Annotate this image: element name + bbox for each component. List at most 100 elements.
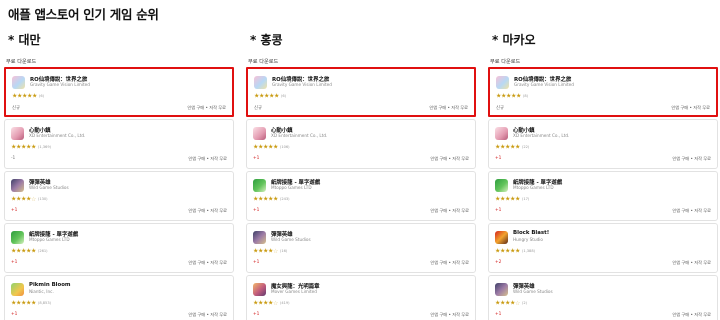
app-icon[interactable]: [11, 179, 24, 192]
rating-count: (1,388): [521, 249, 536, 253]
rank-change: -1: [11, 156, 16, 161]
app-card[interactable]: 心動小鎮 XD Entertainment Co., Ltd. ★★★★★ (1,36…: [4, 119, 234, 169]
app-developer: Mtoppo Games LTD: [513, 185, 554, 190]
star-rating: ★★★★★ (1,388): [495, 248, 535, 255]
rating-count: (130): [37, 197, 48, 201]
app-card[interactable]: 紙牌接龍 - 單字遊戲 Mtoppo Games LTD ★★★★★ (243) +1 인…: [246, 171, 476, 221]
rank-change: 신규: [254, 106, 262, 111]
app-icon[interactable]: [253, 283, 266, 296]
star-rating: ★★★★☆ (2): [495, 300, 527, 307]
app-card[interactable]: Pikmin Bloom Niantic, Inc. ★★★★★ (8,853) +1 인…: [4, 275, 234, 320]
star-rating: ★★★★★ (22): [495, 144, 529, 151]
rank-change: +1: [253, 156, 260, 161]
app-icon[interactable]: [254, 76, 267, 89]
app-developer: Gravity Game Vision Limited: [30, 82, 90, 87]
app-developer: Niantic, Inc.: [29, 289, 54, 294]
price-label: 인앱 구매 • 저작 무료: [430, 260, 469, 265]
app-icon[interactable]: [11, 127, 24, 140]
region-title: * 대만: [8, 33, 41, 47]
app-icon[interactable]: [495, 179, 508, 192]
app-icon[interactable]: [253, 127, 266, 140]
price-label: 인앱 구매 • 저작 무료: [672, 312, 711, 317]
price-label: 인앱 구매 • 저작 무료: [188, 260, 227, 265]
star-rating: ★★★★☆ (130): [11, 196, 48, 203]
star-rating: ★★★★★ (17): [495, 196, 529, 203]
region-column: * 홍콩무료 다운로드 RO仙境傳說：世界之旅 Gravity Game Visio…: [246, 30, 476, 320]
star-rating: ★★★★★ (243): [253, 196, 290, 203]
star-rating: ★★★★★ (6): [254, 93, 286, 100]
rating-count: (419): [279, 301, 290, 305]
app-developer: Hungry Studio: [513, 237, 543, 242]
app-card[interactable]: 彈彈英雄 Wild Game Studios ★★★★☆ (130) +1 인앱 구매 •…: [4, 171, 234, 221]
star-icon: ☆: [272, 247, 278, 255]
price-label: 인앱 구매 • 저작 무료: [188, 312, 227, 317]
app-developer: Wild Game Studios: [513, 289, 553, 294]
rank-change: +1: [11, 260, 18, 265]
star-icon: ★: [31, 92, 37, 100]
app-developer: XD Entertainment Co., Ltd.: [271, 133, 328, 138]
rank-change: +1: [253, 312, 260, 317]
app-icon[interactable]: [495, 127, 508, 140]
app-icon[interactable]: [12, 76, 25, 89]
rank-change: +1: [11, 208, 18, 213]
app-card[interactable]: 心動小鎮 XD Entertainment Co., Ltd. ★★★★★ (106)…: [246, 119, 476, 169]
app-icon[interactable]: [11, 231, 24, 244]
app-developer: XD Entertainment Co., Ltd.: [513, 133, 570, 138]
app-card[interactable]: 心動小鎮 XD Entertainment Co., Ltd. ★★★★★ (22) +…: [488, 119, 718, 169]
app-card-highlighted[interactable]: RO仙境傳說：世界之旅 Gravity Game Vision Limited ★★…: [4, 67, 234, 117]
rating-count: (8): [522, 94, 529, 98]
app-card[interactable]: 魔女與龍：光明篇章 Mover Games Limited ★★★★☆ (419) +1…: [246, 275, 476, 320]
rating-count: (17): [521, 197, 530, 201]
app-card[interactable]: 彈彈英雄 Wild Game Studios ★★★★☆ (16) +1 인앱 구매 • …: [246, 223, 476, 273]
section-label: 무료 다운로드: [248, 59, 279, 65]
star-icon: ★: [514, 247, 520, 255]
region-title: * 홍콩: [250, 33, 283, 47]
price-label: 인앱 구매 • 저작 무료: [672, 208, 711, 213]
app-name[interactable]: Pikmin Bloom: [29, 282, 71, 288]
star-rating: ★★★★★ (106): [253, 144, 290, 151]
star-rating: ★★★★☆ (419): [253, 300, 290, 307]
price-label: 인앱 구매 • 저작 무료: [430, 312, 469, 317]
rank-change: +1: [495, 208, 502, 213]
rating-count: (22): [521, 145, 530, 149]
rating-count: (243): [279, 197, 290, 201]
app-card[interactable]: 彈彈英雄 Wild Game Studios ★★★★☆ (2) +1 인앱 구매 • 저…: [488, 275, 718, 320]
app-icon[interactable]: [495, 231, 508, 244]
price-label: 인앱 구매 • 저작 무료: [430, 208, 469, 213]
app-icon[interactable]: [495, 283, 508, 296]
price-label: 인앱 구매 • 저작 무료: [429, 105, 468, 110]
price-label: 인앱 구매 • 저작 무료: [188, 156, 227, 161]
rating-count: (8,853): [37, 301, 52, 305]
app-icon[interactable]: [253, 231, 266, 244]
section-label: 무료 다운로드: [490, 59, 521, 65]
app-icon[interactable]: [253, 179, 266, 192]
app-developer: Mtoppo Games LTD: [271, 185, 312, 190]
region-column: * 대만 무료 다운로드 RO仙境傳說：世界之旅 Gravity Game Visio…: [4, 30, 234, 320]
app-card-highlighted[interactable]: RO仙境傳說：世界之旅 Gravity Game Vision Limited ★★…: [488, 67, 718, 117]
app-card[interactable]: 紙牌接龍 - 單字遊戲 Mtoppo Games LTD ★★★★★ (17) +1 인앱…: [488, 171, 718, 221]
rating-count: (261): [37, 249, 48, 253]
star-icon: ★: [30, 299, 36, 307]
star-rating: ★★★★★ (1,369): [11, 144, 51, 151]
star-rating: ★★★★★ (8,853): [11, 300, 51, 307]
app-icon[interactable]: [11, 283, 24, 296]
star-icon: ★: [515, 92, 521, 100]
app-name[interactable]: Block Blast!: [513, 230, 549, 236]
price-label: 인앱 구매 • 저작 무료: [671, 105, 710, 110]
star-icon: ☆: [272, 299, 278, 307]
star-icon: ★: [273, 92, 279, 100]
app-card[interactable]: Block Blast! Hungry Studio ★★★★★ (1,388) +2 인…: [488, 223, 718, 273]
star-icon: ★: [514, 143, 520, 151]
rank-change: 신규: [12, 106, 20, 111]
rating-count: (2): [521, 301, 528, 305]
app-card-highlighted[interactable]: RO仙境傳說：世界之旅 Gravity Game Vision Limited ★★…: [246, 67, 476, 117]
app-developer: Mover Games Limited: [271, 289, 317, 294]
star-icon: ★: [30, 143, 36, 151]
star-rating: ★★★★★ (8): [496, 93, 528, 100]
rank-change: 신규: [496, 106, 504, 111]
app-icon[interactable]: [496, 76, 509, 89]
app-developer: Mtoppo Games LTD: [29, 237, 70, 242]
app-card[interactable]: 紙牌接龍 - 單字遊戲 Mtoppo Games LTD ★★★★★ (261) +1 인…: [4, 223, 234, 273]
rank-change: +2: [495, 260, 502, 265]
app-developer: Wild Game Studios: [271, 237, 311, 242]
